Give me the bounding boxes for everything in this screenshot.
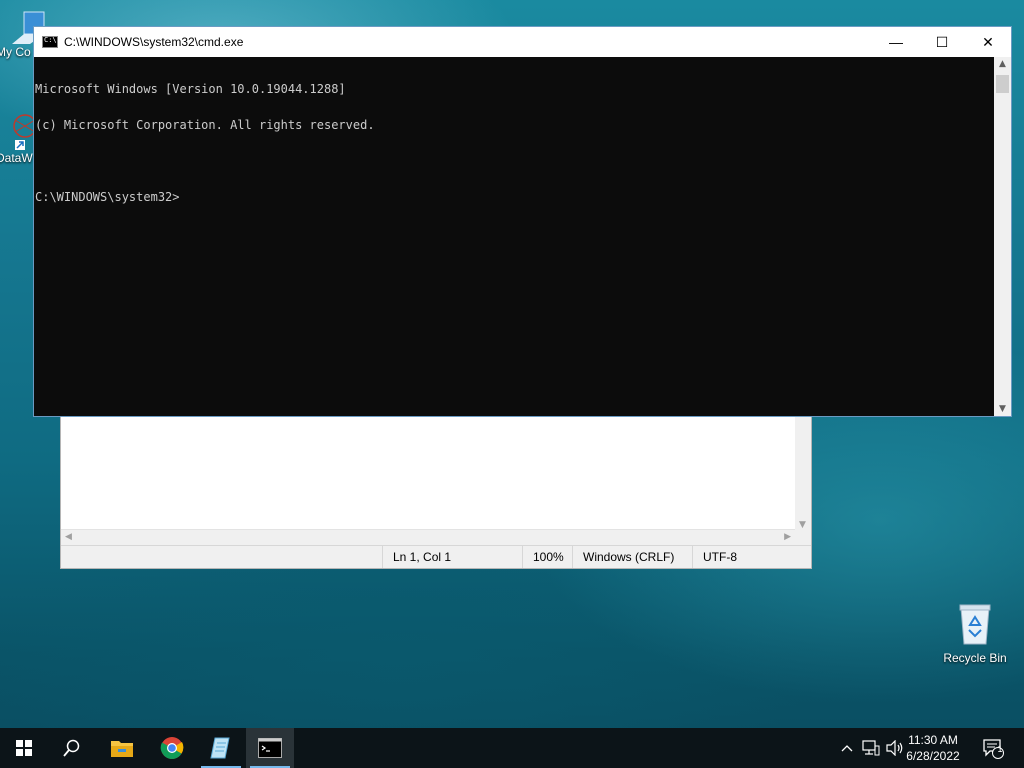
taskbar-notepad[interactable]: [197, 728, 245, 768]
desktop-icon-recycle-bin[interactable]: Recycle Bin: [940, 600, 1010, 665]
desktop-icon-label: Recycle Bin: [943, 651, 1007, 665]
maximize-button[interactable]: ☐: [919, 27, 965, 57]
search-icon: [63, 739, 80, 757]
console-output[interactable]: Microsoft Windows [Version 10.0.19044.12…: [34, 57, 994, 416]
cmd-window[interactable]: C:\. C:\WINDOWS\system32\cmd.exe — ☐ ✕ M…: [33, 26, 1012, 417]
console-prompt: C:\WINDOWS\system32>: [35, 190, 180, 204]
title-bar[interactable]: C:\. C:\WINDOWS\system32\cmd.exe — ☐ ✕: [34, 27, 1011, 57]
console-line: Microsoft Windows [Version 10.0.19044.12…: [35, 82, 346, 96]
notification-center-button[interactable]: 1: [976, 728, 1010, 768]
chevron-up-icon: [841, 745, 853, 752]
cmd-app-icon: C:\.: [42, 36, 61, 48]
vertical-scrollbar[interactable]: ▼: [795, 406, 811, 532]
clock-time: 11:30 AM: [908, 733, 958, 747]
chrome-icon: [160, 737, 184, 759]
notepad-window[interactable]: ▼ ◀ ▶ Ln 1, Col 1 100% Windows (CRLF) UT…: [60, 405, 812, 569]
network-icon: [862, 740, 880, 756]
show-hidden-icons-button[interactable]: [838, 728, 856, 768]
notification-count-badge: 1: [997, 744, 1003, 754]
folder-icon: [111, 741, 133, 757]
windows-logo-icon: [16, 740, 32, 756]
search-button[interactable]: [48, 728, 96, 768]
scroll-down-icon[interactable]: ▼: [994, 404, 1011, 414]
scroll-left-icon[interactable]: ◀: [65, 532, 72, 542]
console-scrollbar[interactable]: ▲ ▼: [994, 57, 1011, 416]
status-zoom: 100%: [522, 546, 572, 568]
status-line-endings: Windows (CRLF): [572, 546, 692, 568]
scroll-down-icon[interactable]: ▼: [799, 520, 806, 530]
status-encoding: UTF-8: [692, 546, 796, 568]
network-button[interactable]: [860, 728, 882, 768]
clock[interactable]: 11:30 AM 6/28/2022: [898, 732, 968, 764]
taskbar: 11:30 AM 6/28/2022 1: [0, 728, 1024, 768]
minimize-button[interactable]: —: [873, 27, 919, 57]
scroll-up-icon[interactable]: ▲: [994, 59, 1011, 69]
start-button[interactable]: [0, 728, 48, 768]
recycle-bin-icon: [959, 604, 991, 645]
scrollbar-corner: [795, 530, 811, 546]
notepad-icon: [210, 737, 230, 759]
scroll-right-icon[interactable]: ▶: [784, 532, 791, 542]
close-button[interactable]: ✕: [965, 27, 1011, 57]
status-bar: Ln 1, Col 1 100% Windows (CRLF) UTF-8: [61, 545, 811, 568]
console-line: (c) Microsoft Corporation. All rights re…: [35, 118, 375, 132]
taskbar-cmd[interactable]: [246, 728, 294, 768]
taskbar-chrome[interactable]: [148, 728, 196, 768]
window-title: C:\WINDOWS\system32\cmd.exe: [64, 35, 244, 49]
status-cursor-position: Ln 1, Col 1: [382, 546, 522, 568]
clock-date: 6/28/2022: [906, 749, 960, 763]
scrollbar-thumb[interactable]: [996, 75, 1009, 93]
cmd-icon: [258, 738, 282, 758]
taskbar-file-explorer[interactable]: [98, 728, 146, 768]
horizontal-scrollbar[interactable]: ◀ ▶: [61, 529, 795, 546]
